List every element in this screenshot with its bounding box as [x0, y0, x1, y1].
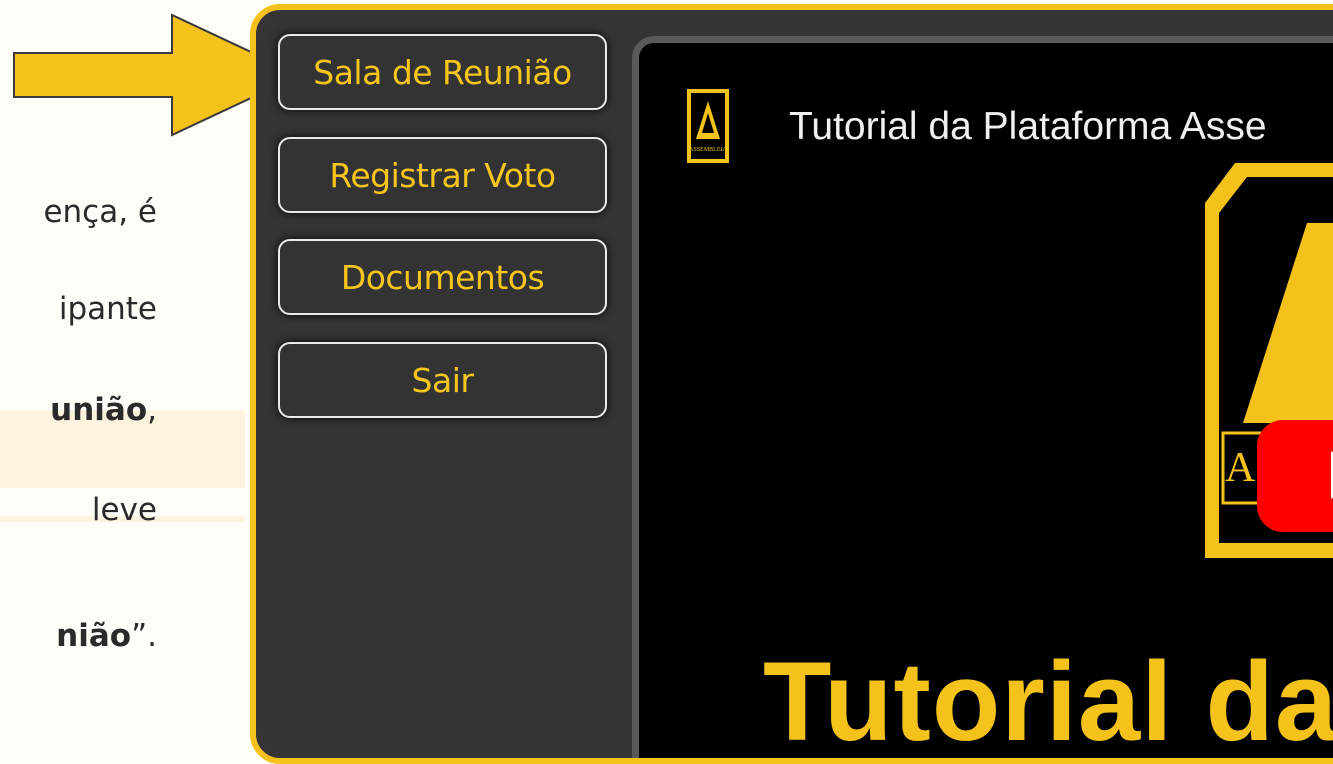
text-line-1: ença, é: [43, 194, 157, 230]
registrar-voto-button[interactable]: Registrar Voto: [278, 137, 607, 213]
channel-logo-icon: ASSEMBLEIA: [687, 89, 729, 163]
documentos-button[interactable]: Documentos: [278, 239, 607, 315]
youtube-play-button[interactable]: [1257, 420, 1333, 532]
channel-logo-text: ASSEMBLEIA: [689, 147, 727, 153]
sala-de-reuniao-button[interactable]: Sala de Reunião: [278, 34, 607, 110]
video-player[interactable]: ASSEMBLEIA Tutorial da Plataforma Asse A…: [632, 36, 1333, 764]
app-window: Sala de Reunião Registrar Voto Documento…: [250, 4, 1333, 764]
text-line-2: ipante: [58, 291, 157, 327]
text-line-3: união,: [50, 392, 157, 428]
sair-button[interactable]: Sair: [278, 342, 607, 418]
text-line-5: nião”.: [56, 618, 157, 654]
video-thumbnail-caption: Tutorial da: [763, 639, 1333, 764]
text-line-4: leve: [91, 492, 157, 528]
video-title[interactable]: Tutorial da Plataforma Asse: [789, 105, 1267, 149]
